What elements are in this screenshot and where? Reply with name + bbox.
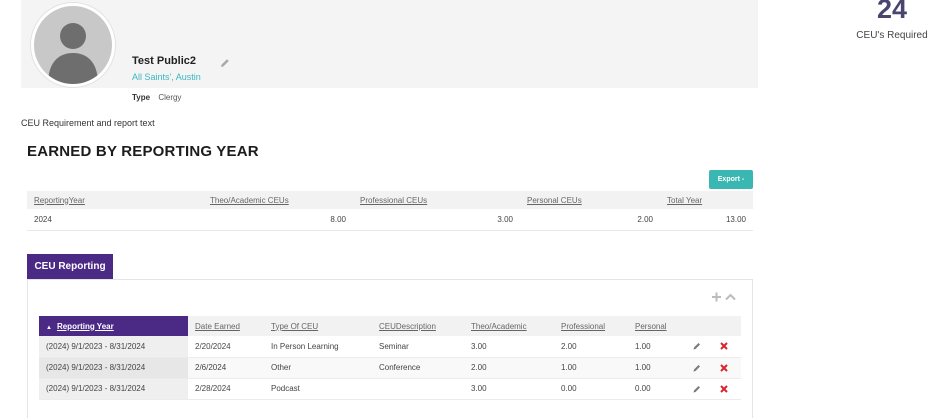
cell-delete — [712, 378, 741, 400]
cell-reporting-year: (2024) 9/1/2023 - 8/31/2024 — [39, 357, 188, 379]
col-reporting-year[interactable]: ReportingYear — [27, 191, 203, 209]
col-total-year[interactable]: Total Year — [660, 191, 753, 209]
cell-edit — [685, 357, 712, 379]
profile-location[interactable]: All Saints', Austin — [132, 72, 201, 82]
ceu-reporting-table: ▲ Reporting Year Date Earned Type Of CEU … — [39, 316, 741, 400]
cell-description: Conference — [372, 357, 464, 379]
cell-professional: 3.00 — [353, 209, 520, 231]
cell-type-of-ceu: Other — [264, 357, 372, 379]
type-value: Clergy — [158, 93, 182, 102]
col-professional[interactable]: Professional — [554, 316, 628, 336]
avatar — [31, 3, 115, 87]
cell-date-earned: 2/6/2024 — [188, 357, 264, 379]
col-theo-academic-ceus[interactable]: Theo/Academic CEUs — [203, 191, 353, 209]
delete-x-icon[interactable] — [719, 384, 729, 394]
panel-tools — [712, 292, 736, 302]
cell-professional: 1.00 — [554, 357, 628, 379]
table-row: (2024) 9/1/2023 - 8/31/2024 2/20/2024 In… — [39, 336, 741, 358]
cell-total: 13.00 — [660, 209, 753, 231]
cell-edit — [685, 336, 712, 358]
user-silhouette-icon — [48, 23, 98, 84]
col-reporting-year-label: Reporting Year — [56, 321, 114, 331]
pencil-icon[interactable] — [692, 384, 702, 394]
type-label: Type — [132, 93, 151, 102]
earned-table-header: ReportingYear Theo/Academic CEUs Profess… — [27, 191, 753, 209]
tab-ceu-reporting[interactable]: CEU Reporting — [27, 254, 113, 279]
cell-delete — [712, 357, 741, 379]
ceu-required-count: 24 — [876, 0, 908, 24]
cell-type-of-ceu: In Person Learning — [264, 336, 372, 358]
col-personal-ceus[interactable]: Personal CEUs — [520, 191, 660, 209]
delete-x-icon[interactable] — [719, 363, 729, 373]
col-professional-ceus[interactable]: Professional CEUs — [353, 191, 520, 209]
cell-personal: 2.00 — [520, 209, 660, 231]
cell-description: Seminar — [372, 336, 464, 358]
cell-professional: 0.00 — [554, 378, 628, 400]
requirement-text: CEU Requirement and report text — [21, 118, 155, 128]
cell-year: 2024 — [27, 209, 203, 231]
cell-reporting-year: (2024) 9/1/2023 - 8/31/2024 — [39, 336, 188, 358]
cell-date-earned: 2/20/2024 — [188, 336, 264, 358]
chevron-up-icon[interactable] — [725, 293, 736, 301]
cell-theo-academic: 2.00 — [464, 357, 554, 379]
cell-personal: 0.00 — [628, 378, 685, 400]
col-date-earned[interactable]: Date Earned — [188, 316, 264, 336]
cell-type-of-ceu: Podcast — [264, 378, 372, 400]
cell-edit — [685, 378, 712, 400]
table-row: (2024) 9/1/2023 - 8/31/2024 2/6/2024 Oth… — [39, 357, 741, 379]
table-row: 2024 8.00 3.00 2.00 13.00 — [27, 209, 753, 231]
edit-profile-pencil-icon[interactable] — [219, 57, 231, 69]
earned-section-title: EARNED BY REPORTING YEAR — [27, 143, 259, 160]
cell-theo-academic: 3.00 — [464, 378, 554, 400]
delete-x-icon[interactable] — [719, 341, 729, 351]
col-delete-action — [712, 316, 741, 336]
cell-personal: 1.00 — [628, 357, 685, 379]
cell-delete — [712, 336, 741, 358]
pencil-icon[interactable] — [692, 341, 702, 351]
ceu-table-header: ▲ Reporting Year Date Earned Type Of CEU … — [39, 316, 741, 336]
table-row: (2024) 9/1/2023 - 8/31/2024 2/28/2024 Po… — [39, 378, 741, 400]
col-type-of-ceu[interactable]: Type Of CEU — [264, 316, 372, 336]
col-reporting-year-sorted[interactable]: ▲ Reporting Year — [39, 316, 188, 336]
cell-theo-academic: 3.00 — [464, 336, 554, 358]
cell-date-earned: 2/28/2024 — [188, 378, 264, 400]
col-ceu-description[interactable]: CEUDescription — [372, 316, 464, 336]
cell-professional: 2.00 — [554, 336, 628, 358]
sort-up-icon: ▲ — [46, 324, 52, 331]
export-button[interactable]: Export - — [709, 170, 753, 189]
cell-personal: 1.00 — [628, 336, 685, 358]
ceu-required-label: CEU's Required — [856, 30, 928, 41]
col-personal[interactable]: Personal — [628, 316, 685, 336]
pencil-icon[interactable] — [692, 363, 702, 373]
cell-theo: 8.00 — [203, 209, 353, 231]
cell-reporting-year: (2024) 9/1/2023 - 8/31/2024 — [39, 378, 188, 400]
col-theo-academic[interactable]: Theo/Academic — [464, 316, 554, 336]
plus-icon[interactable] — [712, 292, 721, 302]
col-edit-action — [685, 316, 712, 336]
earned-by-year-table: ReportingYear Theo/Academic CEUs Profess… — [27, 191, 753, 231]
profile-name: Test Public2 — [132, 55, 196, 67]
cell-description — [372, 378, 464, 400]
profile-type-row: Type Clergy — [132, 93, 181, 102]
